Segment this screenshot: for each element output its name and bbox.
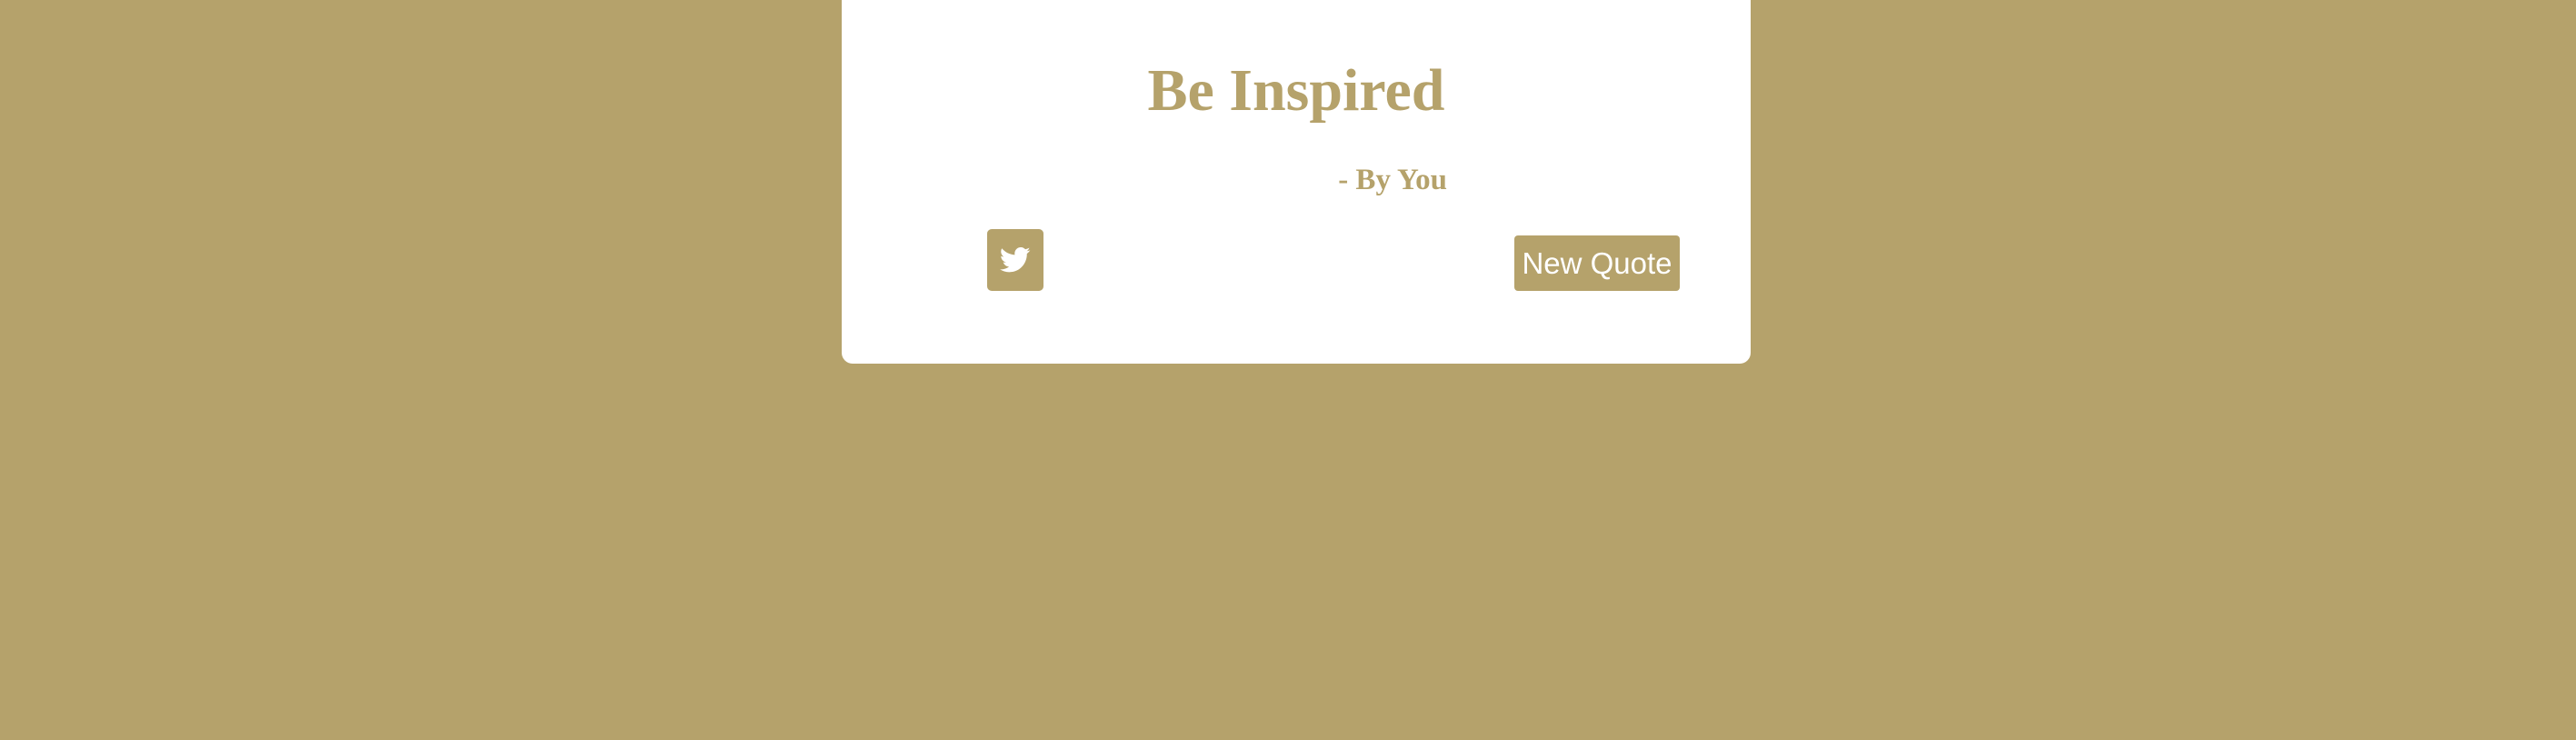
twitter-icon [1000,246,1031,274]
quote-card: Be Inspired - By You New Quote [842,0,1751,364]
new-quote-button[interactable]: New Quote [1514,235,1680,291]
quote-author: - By You [1338,164,1447,196]
quote-text: Be Inspired [1147,57,1445,124]
tweet-quote-button[interactable] [987,229,1043,291]
app-background: { "theme": { "accent_color": "#b5a26b", … [0,0,2576,740]
